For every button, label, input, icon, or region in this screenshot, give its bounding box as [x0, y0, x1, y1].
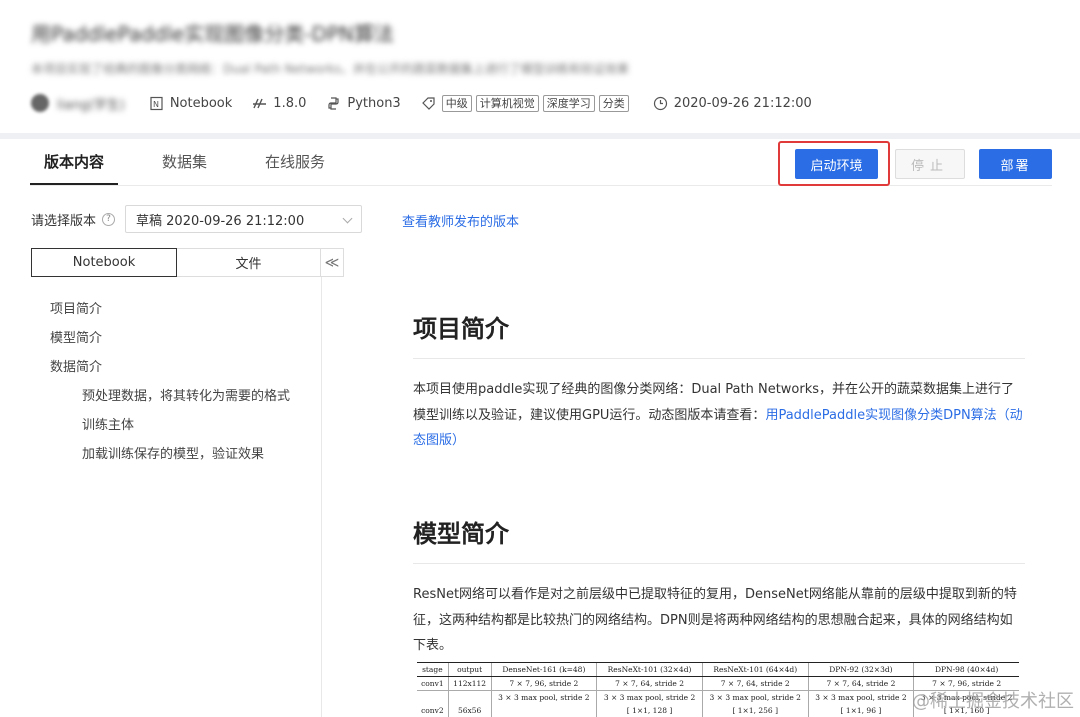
table-header-cell: ResNeXt-101 (64×4d) [701, 662, 809, 677]
project-title: 用PaddlePaddle实现图像分类-DPN算法 [31, 22, 394, 46]
table-cell: [ 1×1, 96 ] [807, 704, 914, 717]
tab-version-content[interactable]: 版本内容 [30, 139, 119, 185]
table-header-cell: ResNeXt-101 (32×4d) [596, 662, 703, 677]
svg-text:N: N [153, 100, 159, 109]
tab-notebook[interactable]: Notebook [31, 248, 177, 277]
table-cell: 3 × 3 max pool, stride 2 [596, 690, 703, 704]
tab-files[interactable]: 文件 [177, 248, 321, 277]
section-paragraph: ResNet网络可以看作是对之前层级中已提取特征的复用，DenseNet网络能从… [413, 587, 1017, 653]
edit-icon[interactable] [362, 24, 376, 38]
version-select[interactable]: 草稿 2020-09-26 21:12:00 [125, 205, 363, 233]
toc-item[interactable]: 数据简介 [50, 356, 102, 375]
table-cell: conv1 [417, 676, 449, 691]
table-cell: 7 × 7, 96, stride 2 [490, 676, 597, 691]
table-cell: conv2 [421, 706, 444, 715]
toc-item[interactable]: 预处理数据，将其转化为需要的格式 [82, 385, 290, 404]
collapse-icon[interactable]: ≪ [321, 248, 344, 277]
left-panel-tabs: Notebook 文件 ≪ [31, 248, 344, 277]
watermark: @稀土掘金技术社区 [912, 691, 1074, 712]
notebook-icon: N [149, 96, 164, 111]
table-header-cell: stage [417, 662, 449, 677]
toc-item[interactable]: 项目简介 [50, 298, 102, 317]
tag[interactable]: 中级 [441, 94, 472, 112]
table-header-cell: output [447, 662, 492, 677]
table-cell: 112x112 [447, 676, 492, 691]
project-header: 用PaddlePaddle实现图像分类-DPN算法 本项目实现了经典的图像分类网… [0, 0, 1080, 133]
deploy-button[interactable]: 部署 [979, 149, 1052, 179]
toc-item[interactable]: 训练主体 [82, 414, 134, 433]
tag[interactable]: 深度学习 [542, 94, 595, 112]
clock-icon [653, 96, 668, 111]
meta-language: Python3 [326, 95, 401, 111]
version-label: 请选择版本 [31, 213, 97, 229]
meta-datetime: 2020-09-26 21:12:00 [653, 96, 812, 111]
version-label: 1.8.0 [273, 95, 307, 111]
tab-online-service[interactable]: 在线服务 [251, 139, 339, 185]
table-cell: 7 × 7, 64, stride 2 [596, 676, 703, 691]
language-label: Python3 [347, 95, 401, 111]
chevron-down-icon [342, 213, 353, 224]
table-cell: 7 × 7, 64, stride 2 [701, 676, 809, 691]
avatar[interactable] [31, 94, 49, 112]
table-cell: [ 1×1, 256 ] [701, 704, 809, 717]
python-icon [326, 96, 341, 111]
version-selector-row: 请选择版本 ? 草稿 2020-09-26 21:12:00 [31, 205, 363, 233]
table-cell: 56x56 [447, 704, 492, 717]
table-header-cell: DenseNet-161 (k=48) [490, 662, 597, 677]
help-icon[interactable]: ? [102, 212, 116, 226]
meta-tags: 中级 计算机视觉 深度学习 分类 [421, 94, 633, 112]
section-divider [413, 358, 1025, 359]
main-tabs: 版本内容 数据集 在线服务 [30, 139, 369, 185]
meta-notebook: N Notebook [149, 96, 232, 111]
tab-divider [30, 185, 1052, 186]
table-of-contents: 项目简介 模型简介 数据简介 预处理数据，将其转化为需要的格式 训练主体 加载训… [31, 277, 322, 717]
notebook-label: Notebook [169, 95, 233, 111]
toc-item[interactable]: 加载训练保存的模型，验证效果 [82, 443, 264, 462]
section-divider [413, 563, 1025, 564]
section-paragraph: 本项目使用paddle实现了经典的图像分类网络：Dual Path Networ… [413, 377, 1025, 454]
table-cell: 3 × 3 max pool, stride 2 [490, 690, 597, 704]
tag[interactable]: 分类 [598, 94, 629, 112]
project-description: 本项目实现了经典的图像分类网络：Dual Path Networks，并在公开的… [31, 62, 629, 76]
stop-button[interactable]: 停止 [895, 149, 965, 179]
table-cell: 7 × 7, 64, stride 2 [807, 676, 914, 691]
version-select-value: 草稿 2020-09-26 21:12:00 [136, 213, 305, 229]
table-cell: [ 1×1, 128 ] [596, 704, 703, 717]
teacher-version-link[interactable]: 查看教师发布的版本 [402, 211, 519, 230]
table-cell [447, 690, 492, 704]
table-header-row: stage output DenseNet-161 (k=48) ResNeXt… [417, 662, 1019, 677]
tag[interactable]: 计算机视觉 [475, 94, 539, 112]
section-title: 模型简介 [413, 520, 509, 548]
content-card: 版本内容 数据集 在线服务 启动环境 停止 部署 请选择版本 ? 草稿 2020… [0, 139, 1080, 717]
meta-version: 1.8.0 [252, 96, 306, 111]
table-cell [417, 691, 448, 705]
paddle-version-icon [252, 96, 267, 111]
author-name[interactable]: liang(学生) [57, 94, 125, 113]
tab-datasets[interactable]: 数据集 [148, 139, 221, 185]
table-cell: 3 × 3 max pool, stride 2 [807, 690, 914, 704]
section-title: 项目简介 [413, 315, 509, 343]
datetime-label: 2020-09-26 21:12:00 [673, 95, 812, 111]
table-header-cell: DPN-92 (32×3d) [807, 662, 914, 677]
tag-icon [421, 96, 436, 111]
table-header-cell: DPN-98 (40×4d) [913, 662, 1019, 677]
toc-item[interactable]: 模型简介 [50, 327, 102, 346]
start-environment-button[interactable]: 启动环境 [795, 149, 878, 179]
project-meta: liang(学生) N Notebook 1.8.0 Python3 中级 计算… [31, 92, 832, 114]
table-cell [490, 704, 597, 717]
table-cell: 3 × 3 max pool, stride 2 [701, 690, 809, 704]
